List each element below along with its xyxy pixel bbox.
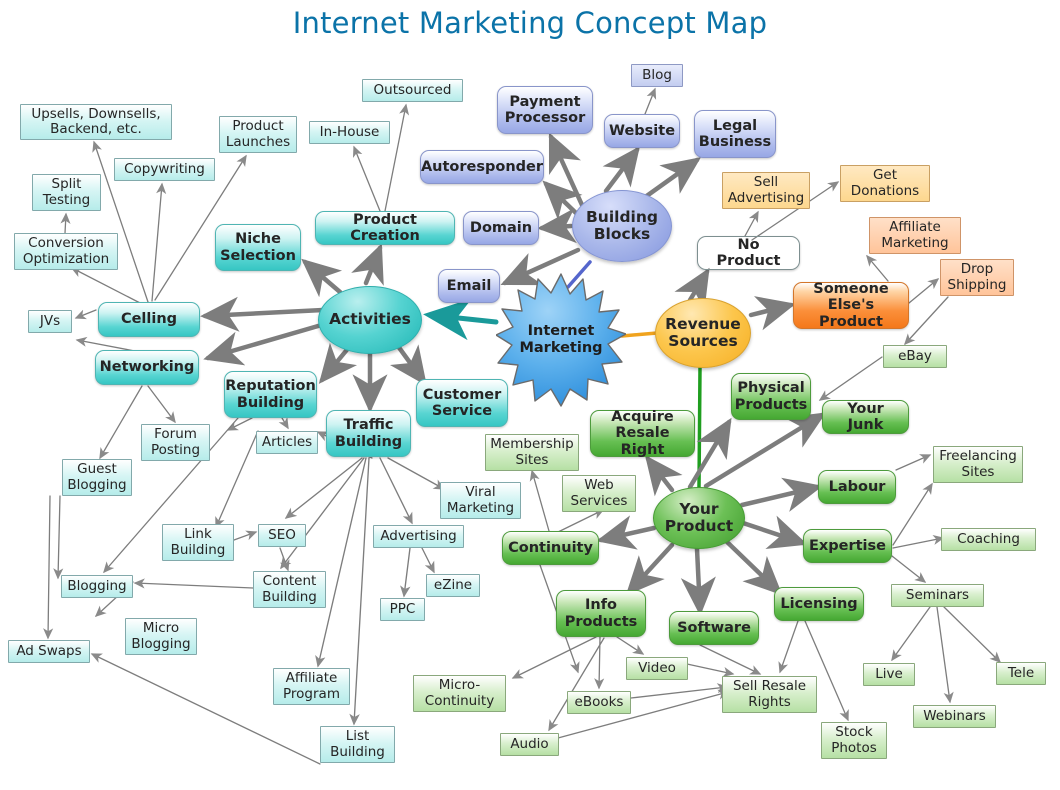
node-website[interactable]: Website	[604, 114, 680, 148]
node-autoresponder[interactable]: Autoresponder	[420, 150, 544, 184]
node-drop_shipping[interactable]: Drop Shipping	[940, 259, 1014, 296]
node-customer_service[interactable]: Customer Service	[416, 379, 508, 427]
node-audio[interactable]: Audio	[500, 733, 559, 756]
node-jvs[interactable]: JVs	[28, 310, 72, 333]
node-ad_swaps[interactable]: Ad Swaps	[8, 640, 90, 663]
node-guest_blogging[interactable]: Guest Blogging	[62, 459, 132, 496]
node-list_building[interactable]: List Building	[320, 726, 395, 763]
node-blog[interactable]: Blog	[631, 64, 683, 87]
node-ezine[interactable]: eZine	[426, 574, 480, 597]
node-licensing[interactable]: Licensing	[774, 587, 864, 621]
node-upsells[interactable]: Upsells, Downsells, Backend, etc.	[20, 104, 172, 140]
node-link_building[interactable]: Link Building	[162, 524, 234, 561]
node-sell_resale_rights[interactable]: Sell Resale Rights	[722, 676, 817, 713]
node-split_testing[interactable]: Split Testing	[32, 174, 101, 211]
node-blogging[interactable]: Blogging	[61, 575, 133, 598]
node-stock_photos[interactable]: Stock Photos	[821, 722, 887, 759]
concept-map-canvas: Internet Marketing Concept Map Internet …	[0, 0, 1060, 790]
node-expertise[interactable]: Expertise	[803, 529, 892, 563]
hub-revenue_sources[interactable]: Revenue Sources	[655, 298, 751, 368]
node-affiliate_marketing[interactable]: Affiliate Marketing	[869, 217, 961, 254]
node-video[interactable]: Video	[626, 657, 688, 680]
node-someone_elses_product[interactable]: Someone Else's Product	[793, 281, 909, 330]
hub-building_blocks[interactable]: Building Blocks	[572, 190, 672, 262]
node-networking[interactable]: Networking	[95, 350, 199, 385]
node-ebay[interactable]: eBay	[883, 345, 947, 368]
node-coaching[interactable]: Coaching	[941, 528, 1036, 551]
node-email[interactable]: Email	[438, 269, 500, 303]
node-celling[interactable]: Celling	[98, 302, 200, 337]
node-in_house[interactable]: In-House	[309, 121, 390, 144]
node-no_product[interactable]: No Product	[697, 236, 800, 270]
node-membership_sites[interactable]: Membership Sites	[485, 434, 579, 471]
node-reputation_building[interactable]: Reputation Building	[224, 371, 317, 418]
node-ppc[interactable]: PPC	[380, 598, 425, 621]
node-webinars[interactable]: Webinars	[913, 705, 996, 728]
node-advertising[interactable]: Advertising	[373, 525, 464, 548]
node-domain[interactable]: Domain	[463, 211, 539, 245]
node-viral_marketing[interactable]: Viral Marketing	[440, 482, 521, 519]
node-continuity[interactable]: Continuity	[502, 531, 599, 565]
node-payment_processor[interactable]: Payment Processor	[497, 86, 593, 134]
hub-your_product[interactable]: Your Product	[653, 487, 745, 549]
node-physical_products[interactable]: Physical Products	[731, 373, 811, 420]
node-sell_advertising[interactable]: Sell Advertising	[722, 172, 810, 209]
node-articles[interactable]: Articles	[256, 431, 318, 454]
node-product_launches[interactable]: Product Launches	[219, 116, 297, 153]
node-tele[interactable]: Tele	[996, 662, 1046, 685]
node-affiliate_program[interactable]: Affiliate Program	[273, 668, 350, 705]
node-micro_continuity[interactable]: Micro- Continuity	[413, 675, 506, 712]
node-product_creation[interactable]: Product Creation	[315, 211, 455, 245]
hub-activities[interactable]: Activities	[318, 286, 422, 354]
node-info_products[interactable]: Info Products	[556, 590, 646, 637]
node-traffic_building[interactable]: Traffic Building	[326, 410, 411, 457]
center-node-internet-marketing[interactable]: Internet Marketing	[496, 272, 626, 408]
node-legal_business[interactable]: Legal Business	[694, 110, 776, 158]
node-seo[interactable]: SEO	[258, 524, 306, 547]
node-copywriting[interactable]: Copywriting	[114, 158, 215, 181]
node-outsourced[interactable]: Outsourced	[362, 79, 463, 102]
node-your_junk[interactable]: Your Junk	[822, 400, 909, 434]
node-ebooks[interactable]: eBooks	[567, 691, 631, 714]
node-freelancing_sites[interactable]: Freelancing Sites	[933, 446, 1023, 483]
page-title: Internet Marketing Concept Map	[292, 6, 768, 40]
node-forum_posting[interactable]: Forum Posting	[141, 424, 210, 461]
node-content_building[interactable]: Content Building	[253, 571, 326, 608]
node-labour[interactable]: Labour	[818, 470, 896, 504]
node-conversion_optimization[interactable]: Conversion Optimization	[14, 233, 118, 270]
node-micro_blogging[interactable]: Micro Blogging	[125, 618, 197, 655]
node-seminars[interactable]: Seminars	[891, 584, 984, 607]
node-get_donations[interactable]: Get Donations	[840, 165, 930, 202]
node-web_services[interactable]: Web Services	[562, 475, 636, 512]
node-software[interactable]: Software	[669, 611, 759, 645]
node-live[interactable]: Live	[863, 663, 915, 686]
node-niche_selection[interactable]: Niche Selection	[215, 224, 301, 271]
node-acquire_resale_right[interactable]: Acquire Resale Right	[590, 409, 695, 458]
